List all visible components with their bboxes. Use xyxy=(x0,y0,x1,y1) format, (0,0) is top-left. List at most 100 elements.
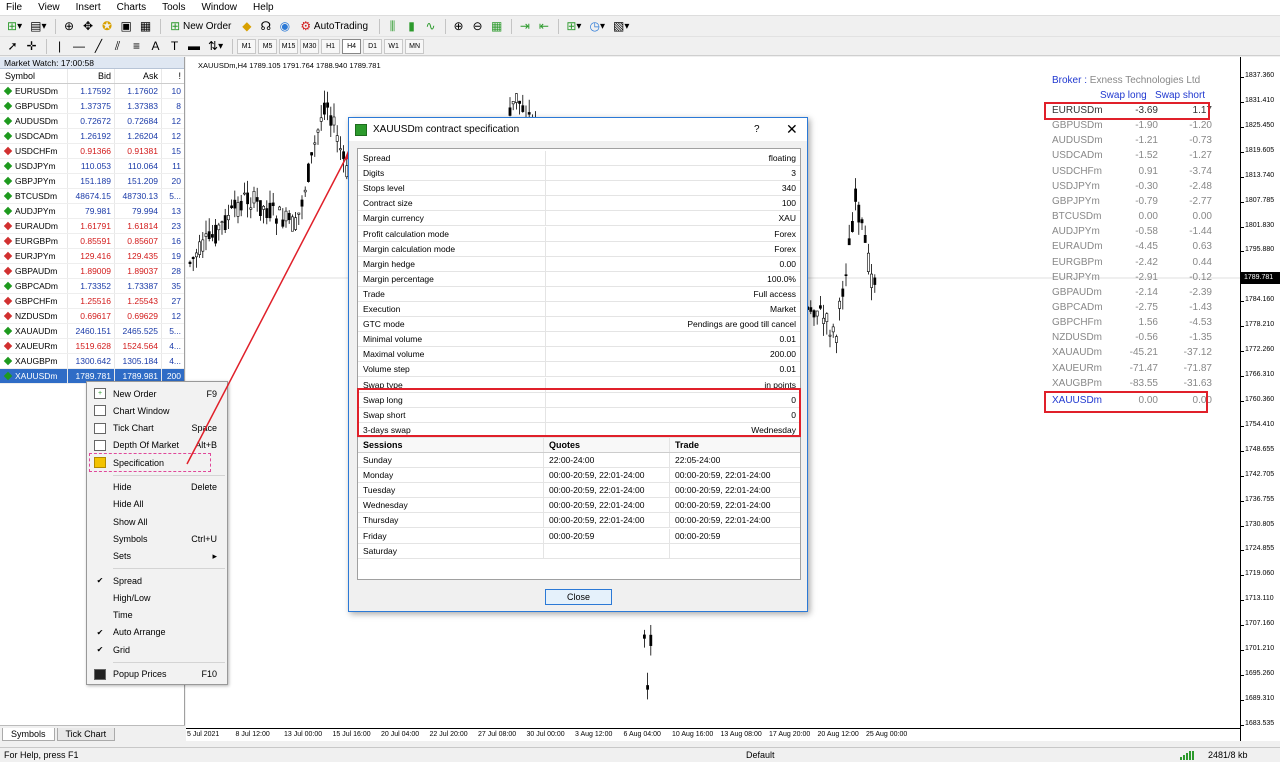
menu-item-time[interactable]: Time xyxy=(87,607,227,624)
menu-item-new-order[interactable]: + New Order F9 xyxy=(87,385,227,402)
chart-shift-button[interactable]: ⇤ xyxy=(535,18,552,35)
col-symbol[interactable]: Symbol xyxy=(0,69,68,83)
menu-item-chart-window[interactable]: Chart Window xyxy=(87,402,227,419)
time-axis[interactable]: 5 Jul 2021 8 Jul 12:00 13 Jul 00:00 15 Jul … xyxy=(186,728,1240,741)
candlestick-button[interactable]: ▮ xyxy=(403,18,420,35)
text-button[interactable]: A xyxy=(147,38,164,55)
menu-view[interactable]: View xyxy=(38,2,60,13)
table-row[interactable]: GBPCHFm 1.25516 1.25543 27 xyxy=(0,294,184,309)
col-ask[interactable]: Ask xyxy=(115,69,162,83)
zoom-in-button[interactable]: ⊕ xyxy=(450,18,467,35)
label-button[interactable]: T xyxy=(166,38,183,55)
table-row[interactable]: GBPCADm 1.73352 1.73387 35 xyxy=(0,279,184,294)
swap-symbol: EURAUDm xyxy=(1052,241,1103,253)
autotrading-button[interactable]: ⚙ AutoTrading xyxy=(295,18,373,35)
table-row[interactable]: GBPUSDm 1.37375 1.37383 8 xyxy=(0,99,184,114)
timeframe-h1[interactable]: H1 xyxy=(321,38,341,54)
specification-table[interactable]: Spread floating Digits 3 Stops level 340 Contr… xyxy=(357,148,801,580)
table-row[interactable]: XAUAUDm 2460.151 2465.525 5... xyxy=(0,324,184,339)
dialog-title-bar[interactable]: XAUUSDm contract specification xyxy=(349,118,807,141)
menu-help[interactable]: Help xyxy=(253,2,274,13)
timeframe-m30[interactable]: M30 xyxy=(300,38,320,54)
new-chart-button[interactable]: ⊞ ▾ xyxy=(4,18,25,35)
timeframe-m5[interactable]: M5 xyxy=(258,38,278,54)
menu-item-symbols[interactable]: Symbols Ctrl+U xyxy=(87,530,227,547)
menu-item-popup-prices[interactable]: Popup Prices F10 xyxy=(87,666,227,683)
status-bar: For Help, press F1 Default 2481/8 kb xyxy=(0,747,1280,762)
col-spread[interactable]: ! xyxy=(162,69,184,83)
menu-item-hide-all[interactable]: Hide All xyxy=(87,496,227,513)
arrows-button[interactable]: ⇅ ▾ xyxy=(205,38,226,55)
navigator-button[interactable]: ✪ xyxy=(98,18,115,35)
profiles-button[interactable]: ▤ ▾ xyxy=(27,18,49,35)
table-row[interactable]: AUDJPYm 79.981 79.994 13 xyxy=(0,204,184,219)
menu-item-sets[interactable]: Sets ▸ xyxy=(87,548,227,565)
menu-item-spread[interactable]: ✔ Spread xyxy=(87,572,227,589)
line-chart-button[interactable]: ∿ xyxy=(422,18,439,35)
menu-insert[interactable]: Insert xyxy=(76,2,101,13)
horizontal-line-button[interactable]: — xyxy=(70,38,88,55)
bar-chart-button[interactable]: ⫼ xyxy=(384,18,401,35)
menu-item-depth-of-market[interactable]: Depth Of Market Alt+B xyxy=(87,437,227,454)
table-row[interactable]: USDJPYm 110.053 110.064 11 xyxy=(0,159,184,174)
menu-window[interactable]: Window xyxy=(201,2,237,13)
market-watch-button[interactable]: ⊕ xyxy=(60,18,77,35)
timeframe-h4[interactable]: H4 xyxy=(342,38,362,54)
timeframe-mn[interactable]: MN xyxy=(405,38,425,54)
auto-scroll-button[interactable]: ⇥ xyxy=(516,18,533,35)
zoom-out-button[interactable]: ⊖ xyxy=(469,18,486,35)
col-bid[interactable]: Bid xyxy=(68,69,115,83)
menu-item-high-low[interactable]: High/Low xyxy=(87,589,227,606)
menu-item-grid[interactable]: ✔ Grid xyxy=(87,641,227,658)
help-button[interactable]: ? xyxy=(754,124,760,135)
menu-file[interactable]: File xyxy=(6,2,22,13)
table-row[interactable]: EURAUDm 1.61791 1.61814 23 xyxy=(0,219,184,234)
indicators-button[interactable]: ⊞ ▾ xyxy=(563,18,584,35)
periods-button[interactable]: ◷ ▾ xyxy=(586,18,608,35)
table-row[interactable]: EURGBPm 0.85591 0.85607 16 xyxy=(0,234,184,249)
data-window-button[interactable]: ✥ xyxy=(79,18,96,35)
fibonacci-button[interactable]: ≡ xyxy=(128,38,145,55)
table-row[interactable]: EURUSDm 1.17592 1.17602 10 xyxy=(0,84,184,99)
tester-button[interactable]: ▦ xyxy=(137,18,154,35)
terminal-button[interactable]: ▣ xyxy=(117,18,134,35)
vertical-line-button[interactable]: | xyxy=(51,38,68,55)
timeframe-m15[interactable]: M15 xyxy=(279,38,299,54)
table-row[interactable]: NZDUSDm 0.69617 0.69629 12 xyxy=(0,309,184,324)
price-axis[interactable]: 1837.360 1831.410 1825.450 1819.605 1813.740… xyxy=(1240,57,1280,741)
timeframe-d1[interactable]: D1 xyxy=(363,38,383,54)
menu-item-show-all[interactable]: Show All xyxy=(87,513,227,530)
rectangle-button[interactable]: ▬ xyxy=(185,38,203,55)
menu-charts[interactable]: Charts xyxy=(117,2,146,13)
crosshair-button[interactable]: ✛ xyxy=(23,38,40,55)
channel-button[interactable]: ⫽ xyxy=(109,38,126,55)
menu-item-auto-arrange[interactable]: ✔ Auto Arrange xyxy=(87,624,227,641)
cursor-button[interactable]: ➚ xyxy=(4,38,21,55)
table-row[interactable]: EURJPYm 129.416 129.435 19 xyxy=(0,249,184,264)
timeframe-w1[interactable]: W1 xyxy=(384,38,404,54)
table-row[interactable]: USDCHFm 0.91366 0.91381 15 xyxy=(0,144,184,159)
table-row[interactable]: XAUGBPm 1300.642 1305.184 4... xyxy=(0,354,184,369)
menu-tools[interactable]: Tools xyxy=(162,2,185,13)
tile-windows-button[interactable]: ▦ xyxy=(488,18,505,35)
signals-button[interactable]: ☊ xyxy=(257,18,274,35)
templates-button[interactable]: ▧ ▾ xyxy=(610,18,632,35)
tab-symbols[interactable]: Symbols xyxy=(2,728,55,741)
tab-tick-chart[interactable]: Tick Chart xyxy=(56,728,116,741)
table-row[interactable]: XAUEURm 1519.628 1524.564 4... xyxy=(0,339,184,354)
swap-symbol: USDJPYm xyxy=(1052,180,1100,192)
new-order-button[interactable]: ⊞ New Order xyxy=(165,18,236,35)
table-row[interactable]: BTCUSDm 48674.15 48730.13 5... xyxy=(0,189,184,204)
table-row[interactable]: GBPAUDm 1.89009 1.89037 28 xyxy=(0,264,184,279)
trendline-button[interactable]: ╱ xyxy=(90,38,107,55)
metaeditor-button[interactable]: ◆ xyxy=(238,18,255,35)
timeframe-m1[interactable]: M1 xyxy=(237,38,257,54)
menu-item-tick-chart[interactable]: Tick Chart Space xyxy=(87,420,227,437)
dialog-close-x-button[interactable]: ✕ xyxy=(786,121,798,138)
close-button[interactable]: Close xyxy=(545,589,612,605)
table-row[interactable]: USDCADm 1.26192 1.26204 12 xyxy=(0,129,184,144)
menu-item-hide[interactable]: Hide Delete xyxy=(87,479,227,496)
table-row[interactable]: AUDUSDm 0.72672 0.72684 12 xyxy=(0,114,184,129)
globe-button[interactable]: ◉ xyxy=(276,18,293,35)
table-row[interactable]: GBPJPYm 151.189 151.209 20 xyxy=(0,174,184,189)
